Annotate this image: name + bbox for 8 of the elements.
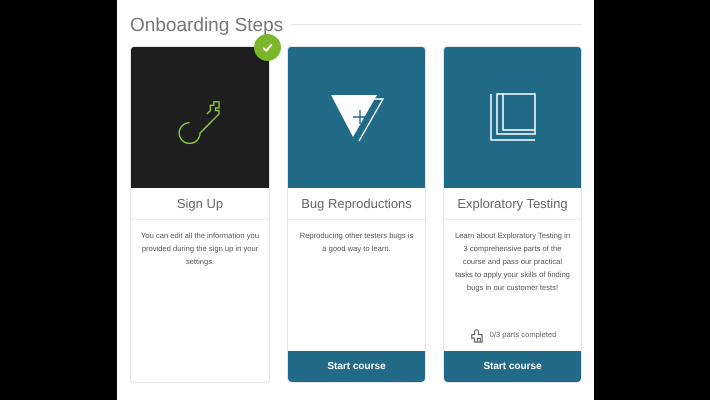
step-title: Sign Up [131, 188, 269, 220]
puzzle-icon [468, 328, 484, 342]
step-title: Exploratory Testing [444, 188, 581, 220]
squares-icon [488, 92, 536, 142]
start-course-button[interactable]: Start course [288, 350, 425, 382]
section-title: Onboarding Steps [130, 14, 284, 38]
step-title: Bug Reproductions [288, 188, 425, 220]
start-course-button[interactable]: Start course [444, 350, 581, 382]
